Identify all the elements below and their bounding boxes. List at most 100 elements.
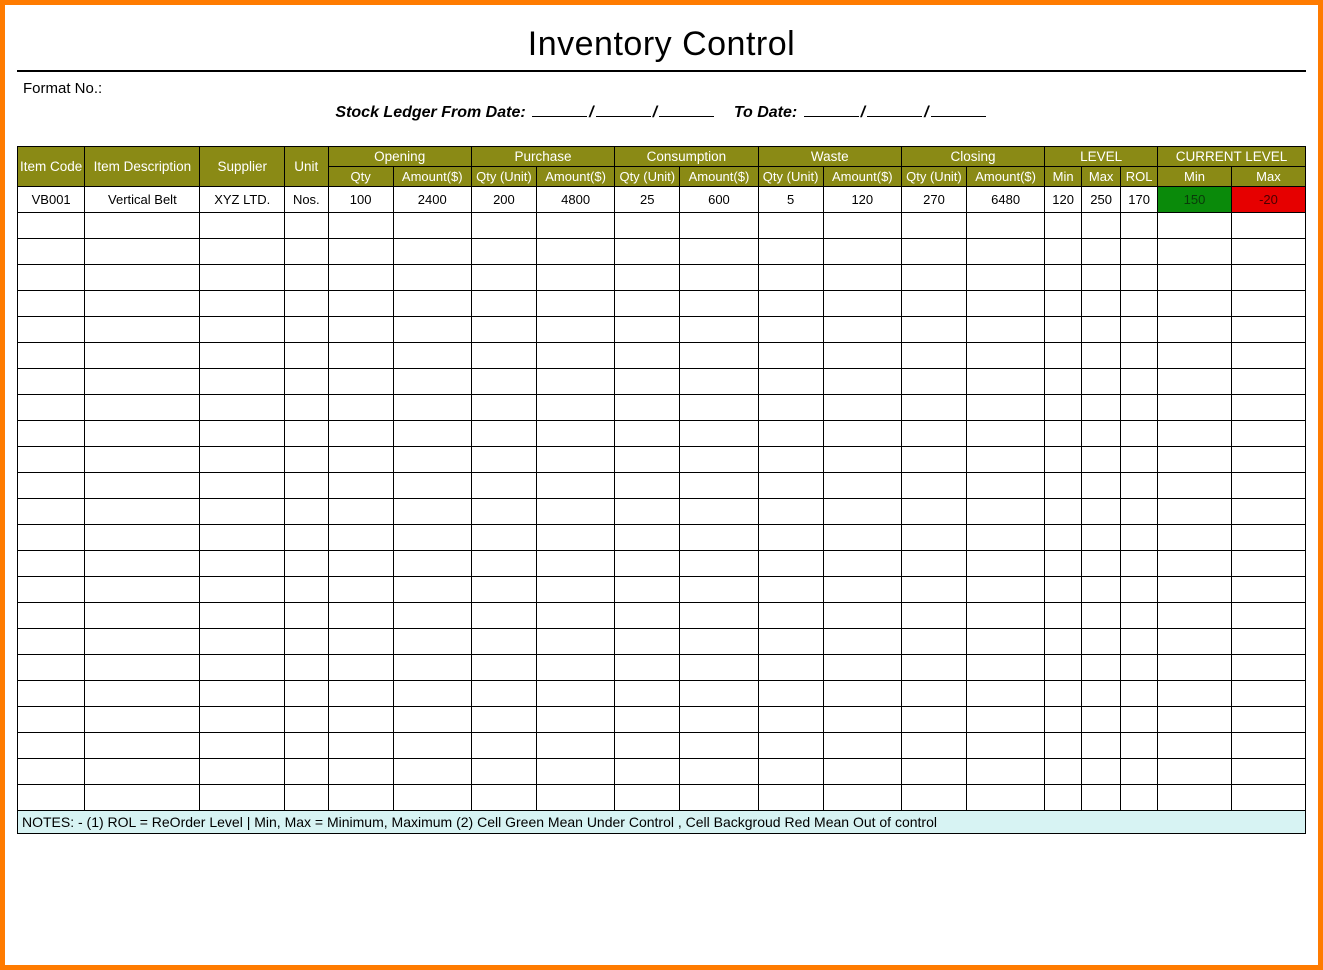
cell-current-max[interactable]: [1231, 655, 1305, 681]
cell-purchase-qty[interactable]: [471, 655, 536, 681]
cell-item-code[interactable]: [18, 733, 85, 759]
cell-current-max[interactable]: [1231, 447, 1305, 473]
cell-consumption-amt[interactable]: [680, 421, 758, 447]
cell-level-rol[interactable]: [1121, 603, 1158, 629]
cell-purchase-qty[interactable]: [471, 681, 536, 707]
cell-waste-qty[interactable]: [758, 499, 823, 525]
cell-purchase-amt[interactable]: [537, 733, 615, 759]
cell-purchase-amt[interactable]: [537, 213, 615, 239]
cell-opening-amt[interactable]: [393, 707, 471, 733]
cell-closing-amt[interactable]: [967, 213, 1045, 239]
cell-unit[interactable]: [285, 655, 328, 681]
cell-item-code[interactable]: [18, 317, 85, 343]
cell-unit[interactable]: Nos.: [285, 187, 328, 213]
cell-opening-qty[interactable]: [328, 525, 393, 551]
cell-current-max[interactable]: [1231, 395, 1305, 421]
cell-current-min[interactable]: [1158, 213, 1232, 239]
cell-waste-qty[interactable]: [758, 239, 823, 265]
to-date-month[interactable]: [867, 103, 922, 117]
cell-level-min[interactable]: [1045, 785, 1082, 811]
cell-item-code[interactable]: [18, 785, 85, 811]
cell-closing-qty[interactable]: [901, 655, 966, 681]
cell-opening-qty[interactable]: [328, 551, 393, 577]
cell-purchase-amt[interactable]: [537, 525, 615, 551]
cell-purchase-qty[interactable]: [471, 603, 536, 629]
cell-item-desc[interactable]: [85, 369, 200, 395]
cell-level-max[interactable]: [1082, 733, 1121, 759]
cell-level-max[interactable]: [1082, 551, 1121, 577]
cell-supplier[interactable]: [200, 239, 285, 265]
cell-item-desc[interactable]: [85, 759, 200, 785]
cell-item-code[interactable]: [18, 265, 85, 291]
cell-waste-qty[interactable]: [758, 369, 823, 395]
cell-level-max[interactable]: [1082, 213, 1121, 239]
cell-consumption-qty[interactable]: [615, 603, 680, 629]
cell-current-min[interactable]: [1158, 733, 1232, 759]
cell-consumption-qty[interactable]: [615, 291, 680, 317]
cell-opening-qty[interactable]: [328, 785, 393, 811]
cell-current-min[interactable]: [1158, 759, 1232, 785]
cell-purchase-amt[interactable]: [537, 785, 615, 811]
cell-consumption-amt[interactable]: [680, 759, 758, 785]
cell-purchase-qty[interactable]: [471, 733, 536, 759]
cell-consumption-amt[interactable]: [680, 213, 758, 239]
cell-item-desc[interactable]: [85, 629, 200, 655]
cell-opening-amt[interactable]: [393, 551, 471, 577]
cell-waste-amt[interactable]: [823, 447, 901, 473]
cell-closing-amt[interactable]: [967, 473, 1045, 499]
cell-consumption-amt[interactable]: [680, 577, 758, 603]
cell-closing-qty[interactable]: [901, 239, 966, 265]
cell-closing-qty[interactable]: [901, 525, 966, 551]
cell-opening-qty[interactable]: [328, 265, 393, 291]
cell-supplier[interactable]: [200, 473, 285, 499]
cell-level-min[interactable]: [1045, 395, 1082, 421]
cell-purchase-amt[interactable]: [537, 369, 615, 395]
cell-unit[interactable]: [285, 499, 328, 525]
cell-waste-amt[interactable]: [823, 421, 901, 447]
cell-opening-amt[interactable]: [393, 395, 471, 421]
cell-level-rol[interactable]: [1121, 239, 1158, 265]
cell-level-rol[interactable]: [1121, 317, 1158, 343]
cell-waste-amt[interactable]: [823, 603, 901, 629]
cell-purchase-qty[interactable]: [471, 629, 536, 655]
cell-purchase-qty[interactable]: [471, 473, 536, 499]
cell-closing-amt[interactable]: [967, 551, 1045, 577]
cell-purchase-qty[interactable]: [471, 707, 536, 733]
cell-opening-amt[interactable]: [393, 499, 471, 525]
cell-closing-amt[interactable]: [967, 499, 1045, 525]
cell-current-min[interactable]: [1158, 343, 1232, 369]
cell-level-min[interactable]: [1045, 369, 1082, 395]
cell-purchase-amt[interactable]: [537, 603, 615, 629]
cell-unit[interactable]: [285, 343, 328, 369]
cell-unit[interactable]: [285, 681, 328, 707]
cell-unit[interactable]: [285, 733, 328, 759]
cell-current-min[interactable]: [1158, 551, 1232, 577]
cell-current-min[interactable]: [1158, 577, 1232, 603]
cell-consumption-amt[interactable]: [680, 525, 758, 551]
cell-level-rol[interactable]: [1121, 707, 1158, 733]
cell-consumption-qty[interactable]: [615, 525, 680, 551]
cell-unit[interactable]: [285, 551, 328, 577]
cell-opening-amt[interactable]: 2400: [393, 187, 471, 213]
cell-unit[interactable]: [285, 603, 328, 629]
cell-closing-qty[interactable]: [901, 681, 966, 707]
cell-current-max[interactable]: [1231, 239, 1305, 265]
cell-current-min[interactable]: [1158, 629, 1232, 655]
cell-purchase-qty[interactable]: [471, 447, 536, 473]
cell-item-desc[interactable]: [85, 213, 200, 239]
cell-opening-qty[interactable]: [328, 577, 393, 603]
cell-purchase-qty[interactable]: [471, 759, 536, 785]
cell-consumption-qty[interactable]: [615, 395, 680, 421]
cell-consumption-amt[interactable]: [680, 395, 758, 421]
cell-purchase-amt[interactable]: [537, 577, 615, 603]
cell-current-max[interactable]: [1231, 733, 1305, 759]
cell-closing-qty[interactable]: [901, 707, 966, 733]
cell-consumption-amt[interactable]: [680, 551, 758, 577]
cell-purchase-qty[interactable]: [471, 291, 536, 317]
cell-opening-qty[interactable]: 100: [328, 187, 393, 213]
cell-closing-qty[interactable]: 270: [901, 187, 966, 213]
cell-waste-amt[interactable]: [823, 343, 901, 369]
cell-consumption-qty[interactable]: [615, 265, 680, 291]
cell-current-min[interactable]: [1158, 525, 1232, 551]
cell-closing-qty[interactable]: [901, 343, 966, 369]
